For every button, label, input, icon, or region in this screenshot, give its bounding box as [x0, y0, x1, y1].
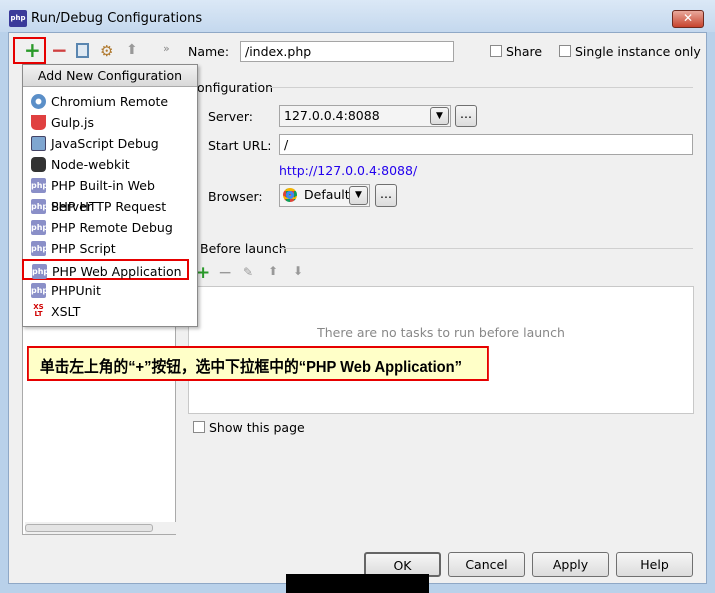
show-page-checkbox[interactable] [193, 421, 205, 433]
popup-item[interactable]: JavaScript Debug [23, 133, 197, 154]
popup-item-label: Chromium Remote [51, 94, 169, 109]
server-browse-button[interactable]: ... [455, 105, 477, 127]
browser-browse-button[interactable]: ... [375, 184, 397, 207]
popup-item-label: JavaScript Debug [51, 136, 159, 151]
chromium-icon [31, 94, 46, 109]
wrench-icon[interactable]: ⚙ [100, 42, 113, 60]
add-button[interactable]: + [24, 40, 41, 60]
popup-item[interactable]: php PHPUnit [23, 280, 197, 301]
window-title: Run/Debug Configurations [31, 11, 203, 26]
popup-item[interactable]: php PHP Built-in Web Server [23, 175, 197, 214]
popup-item-label: PHP Script [51, 241, 116, 256]
browser-value: Default [304, 187, 350, 202]
single-instance-checkbox[interactable] [559, 45, 571, 57]
popup-item-label: PHP HTTP Request [51, 199, 167, 214]
add-configuration-popup: Add New Configuration Chromium Remote Gul… [22, 64, 198, 327]
configuration-section-label: onfiguration [197, 80, 274, 95]
horizontal-scrollbar[interactable] [25, 524, 153, 532]
browser-dropdown-arrow-icon[interactable]: ▼ [349, 186, 368, 205]
popup-item[interactable]: Node-webkit [23, 154, 197, 175]
redaction-block [286, 574, 429, 593]
php-http-icon: php [31, 199, 48, 214]
close-button[interactable]: ✕ [672, 10, 704, 28]
popup-item-label: PHPUnit [51, 283, 101, 298]
xslt-icon: XS LT [33, 303, 44, 318]
phpstorm-icon: php [9, 10, 27, 27]
popup-item-label: PHP Web Application [52, 264, 182, 279]
empty-tasks-text: There are no tasks to run before launch [317, 325, 565, 340]
server-select[interactable]: 127.0.0.4:8088 [279, 105, 451, 127]
popup-item-label: Gulp.js [51, 115, 94, 130]
divider [278, 248, 693, 249]
start-url-input[interactable]: / [279, 134, 693, 155]
before-launch-remove-icon[interactable]: − [218, 263, 232, 283]
more-icon[interactable]: » [163, 42, 170, 55]
move-up-icon[interactable]: ⬆ [268, 264, 278, 278]
php-server-icon: php [31, 178, 48, 193]
title-bar: php Run/Debug Configurations ✕ [0, 0, 715, 32]
server-value: 127.0.0.4:8088 [284, 108, 380, 123]
before-launch-label: Before launch [200, 241, 287, 256]
browser-label: Browser: [208, 189, 263, 204]
popup-item[interactable]: php PHP Web Application [22, 259, 189, 280]
popup-item[interactable]: Chromium Remote [23, 91, 197, 112]
name-input[interactable]: /index.php [240, 41, 454, 62]
edit-icon[interactable]: ✎ [243, 265, 253, 279]
popup-item-label: XSLT [51, 304, 81, 319]
server-label: Server: [208, 109, 253, 124]
move-down-icon[interactable]: ⬇ [293, 264, 303, 278]
annotation-callout: 单击左上角的“+”按钮，选中下拉框中的“PHP Web Application” [27, 346, 489, 381]
popup-item[interactable]: XS LT XSLT [23, 301, 197, 322]
php-web-app-icon: php [32, 264, 49, 279]
popup-item-label: Node-webkit [51, 157, 130, 172]
single-instance-label: Single instance only [575, 44, 701, 59]
gulp-icon [31, 115, 46, 130]
chrome-icon [283, 188, 297, 202]
node-webkit-icon [31, 157, 46, 172]
popup-item-label: PHP Remote Debug [51, 220, 173, 235]
apply-button[interactable]: Apply [532, 552, 609, 577]
cancel-button[interactable]: Cancel [448, 552, 525, 577]
move-up-icon[interactable]: ⬆ [126, 42, 138, 58]
php-remote-debug-icon: php [31, 220, 48, 235]
popup-item[interactable]: php PHP Remote Debug [23, 217, 197, 238]
popup-item[interactable]: php PHP Script [23, 238, 197, 259]
name-label: Name: [188, 44, 230, 59]
remove-button[interactable]: − [51, 40, 68, 60]
copy-icon[interactable] [76, 43, 89, 58]
show-page-label: Show this page [209, 420, 305, 435]
before-launch-add-icon[interactable]: + [196, 263, 210, 283]
resolved-url-link[interactable]: http://127.0.0.4:8088/ [279, 163, 417, 178]
javascript-debug-icon [31, 136, 46, 151]
popup-item[interactable]: Gulp.js [23, 112, 197, 133]
share-label: Share [506, 44, 543, 59]
popup-header: Add New Configuration [23, 65, 197, 87]
divider [270, 87, 693, 88]
popup-item[interactable]: php PHP HTTP Request [23, 196, 197, 217]
server-dropdown-arrow-icon[interactable]: ▼ [430, 107, 449, 125]
help-button[interactable]: Help [616, 552, 693, 577]
share-checkbox[interactable] [490, 45, 502, 57]
start-url-label: Start URL: [208, 138, 272, 153]
php-script-icon: php [31, 241, 48, 256]
phpunit-icon: php [31, 283, 48, 298]
